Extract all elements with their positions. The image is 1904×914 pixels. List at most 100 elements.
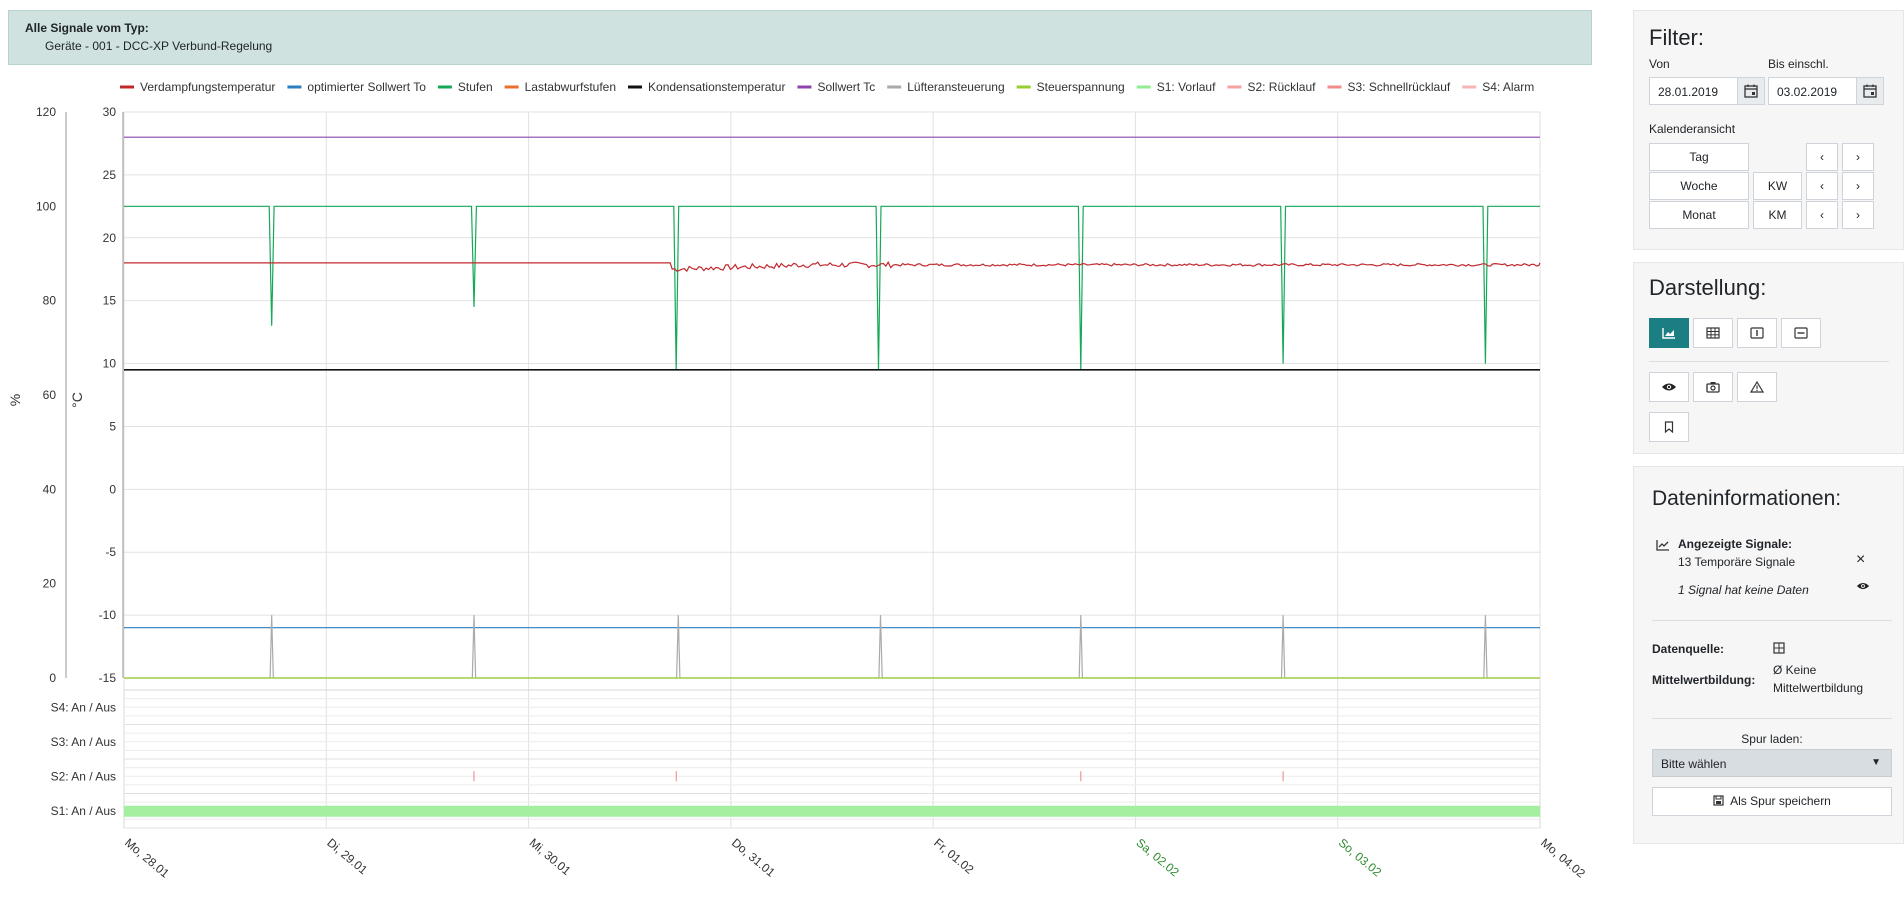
info-divider-1 [1652, 620, 1892, 621]
info-title: Dateninformationen: [1652, 487, 1842, 510]
woche-next-button[interactable]: › [1842, 172, 1874, 200]
series-line [124, 205, 1540, 370]
remove-signals-button[interactable]: × [1856, 551, 1865, 569]
alarm-button[interactable] [1737, 372, 1777, 402]
mittelwert-value-line1: Ø Keine [1773, 663, 1817, 677]
von-calendar-button[interactable] [1737, 77, 1765, 105]
monat-button[interactable]: Monat [1649, 201, 1749, 229]
right-axis-tick: 20 [103, 231, 117, 245]
dropdown-caret-icon: ▼ [1871, 757, 1881, 768]
visibility-button[interactable] [1649, 372, 1689, 402]
x-axis-tick: Mo, 04.02 [1538, 836, 1588, 881]
split-horizontal-icon [1794, 327, 1808, 339]
view-table-button[interactable] [1693, 318, 1733, 348]
view-split-horizontal-button[interactable] [1781, 318, 1821, 348]
bis-label: Bis einschl. [1768, 57, 1829, 71]
view-chart-button[interactable] [1649, 318, 1689, 348]
left-axis-tick: 40 [43, 482, 57, 496]
von-label: Von [1649, 57, 1670, 71]
legend-item[interactable]: Stufen [458, 80, 493, 94]
save-spur-label: Als Spur speichern [1730, 794, 1831, 808]
view-split-vertical-button[interactable] [1737, 318, 1777, 348]
bis-date-input[interactable]: 03.02.2019 [1768, 77, 1858, 105]
series-line [124, 260, 1541, 273]
digital-row-label: S1: An / Aus [51, 804, 116, 818]
x-axis-tick: So, 03.02 [1336, 836, 1385, 880]
eye-icon[interactable] [1856, 581, 1870, 591]
x-axis-tick: Di, 29.01 [324, 836, 370, 878]
right-axis-tick: -5 [105, 545, 116, 559]
woche-prev-button[interactable]: ‹ [1806, 172, 1838, 200]
tag-button[interactable]: Tag [1649, 143, 1749, 171]
woche-button[interactable]: Woche [1649, 172, 1749, 200]
spur-select-value: Bitte wählen [1661, 757, 1727, 771]
right-axis-tick: 5 [109, 419, 116, 433]
filter-title: Filter: [1649, 25, 1704, 50]
km-button[interactable]: KM [1753, 201, 1802, 229]
no-data-note: 1 Signal hat keine Daten [1678, 583, 1809, 597]
save-spur-button[interactable]: Als Spur speichern [1652, 787, 1892, 816]
mittelwert-value-line2: Mittelwertbildung [1773, 681, 1864, 695]
bookmark-icon [1664, 421, 1674, 433]
area-chart-icon [1662, 328, 1675, 339]
spur-select[interactable]: Bitte wählen ▼ [1652, 749, 1892, 777]
kw-button[interactable]: KW [1753, 172, 1802, 200]
monat-prev-button[interactable]: ‹ [1806, 201, 1838, 229]
left-axis-tick: 20 [43, 577, 57, 591]
legend-item[interactable]: S4: Alarm [1482, 80, 1534, 94]
kalender-label: Kalenderansicht [1649, 122, 1736, 136]
left-axis-tick: 100 [36, 199, 56, 213]
monat-next-button[interactable]: › [1842, 201, 1874, 229]
mittelwert-label: Mittelwertbildung: [1652, 673, 1756, 687]
left-axis-label: % [7, 394, 23, 406]
camera-icon [1706, 382, 1720, 393]
darstellung-title: Darstellung: [1649, 275, 1767, 300]
darstellung-divider [1649, 361, 1889, 362]
signals-label: Angezeigte Signale: [1678, 537, 1793, 551]
left-axis-tick: 0 [49, 671, 56, 685]
tag-prev-button[interactable]: ‹ [1806, 143, 1838, 171]
save-icon [1713, 795, 1724, 806]
signal-chart[interactable]: Verdampfungstemperatur optimierter Sollwe… [0, 70, 1600, 914]
calendar-icon [1744, 84, 1758, 98]
header-title: Alle Signale vom Typ: [25, 21, 149, 35]
legend-item[interactable]: S2: Rücklauf [1247, 80, 1316, 94]
right-axis-label: °C [69, 392, 85, 408]
tag-next-button[interactable]: › [1842, 143, 1874, 171]
legend-item[interactable]: Sollwert Tc [817, 80, 875, 94]
legend-item[interactable]: optimierter Sollwert To [307, 80, 426, 94]
bookmark-button[interactable] [1649, 412, 1689, 442]
datenquelle-label: Datenquelle: [1652, 642, 1725, 656]
filter-panel: Filter: Von Bis einschl. 28.01.2019 03.0… [1633, 10, 1904, 250]
table-icon [1773, 642, 1785, 654]
legend-item[interactable]: S3: Schnellrücklauf [1347, 80, 1450, 94]
plot-frame [123, 111, 1541, 679]
dateninformationen-panel: Dateninformationen: Angezeigte Signale: … [1633, 466, 1904, 844]
signal-type-header: Alle Signale vom Typ: Geräte - 001 - DCC… [8, 10, 1592, 65]
calendar-icon [1863, 84, 1877, 98]
spur-laden-label: Spur laden: [1741, 732, 1803, 746]
legend-item[interactable]: S1: Vorlauf [1157, 80, 1216, 94]
legend-item[interactable]: Lastabwurfstufen [525, 80, 616, 94]
right-axis-tick: -15 [99, 671, 117, 685]
left-axis-tick: 60 [43, 388, 57, 402]
bis-calendar-button[interactable] [1856, 77, 1884, 105]
right-axis-tick: 10 [103, 357, 117, 371]
digital-row-label: S3: An / Aus [51, 735, 116, 749]
right-axis-tick: 0 [109, 482, 116, 496]
digital-on-bar [124, 805, 1540, 817]
info-divider-2 [1652, 718, 1892, 719]
x-axis-tick: Sa, 02.02 [1134, 836, 1183, 880]
right-axis-tick: 15 [103, 294, 117, 308]
split-vertical-icon [1750, 327, 1764, 339]
legend-item[interactable]: Lüfteransteuerung [907, 80, 1004, 94]
warning-triangle-icon [1750, 381, 1764, 393]
legend-item[interactable]: Verdampfungstemperatur [140, 80, 275, 94]
snapshot-button[interactable] [1693, 372, 1733, 402]
legend-item[interactable]: Steuerspannung [1037, 80, 1125, 94]
darstellung-panel: Darstellung: [1633, 262, 1904, 454]
von-date-input[interactable]: 28.01.2019 [1649, 77, 1739, 105]
left-axis-tick: 120 [36, 105, 56, 119]
x-axis-tick: Do, 31.01 [729, 836, 778, 880]
legend-item[interactable]: Kondensationstemperatur [648, 80, 785, 94]
